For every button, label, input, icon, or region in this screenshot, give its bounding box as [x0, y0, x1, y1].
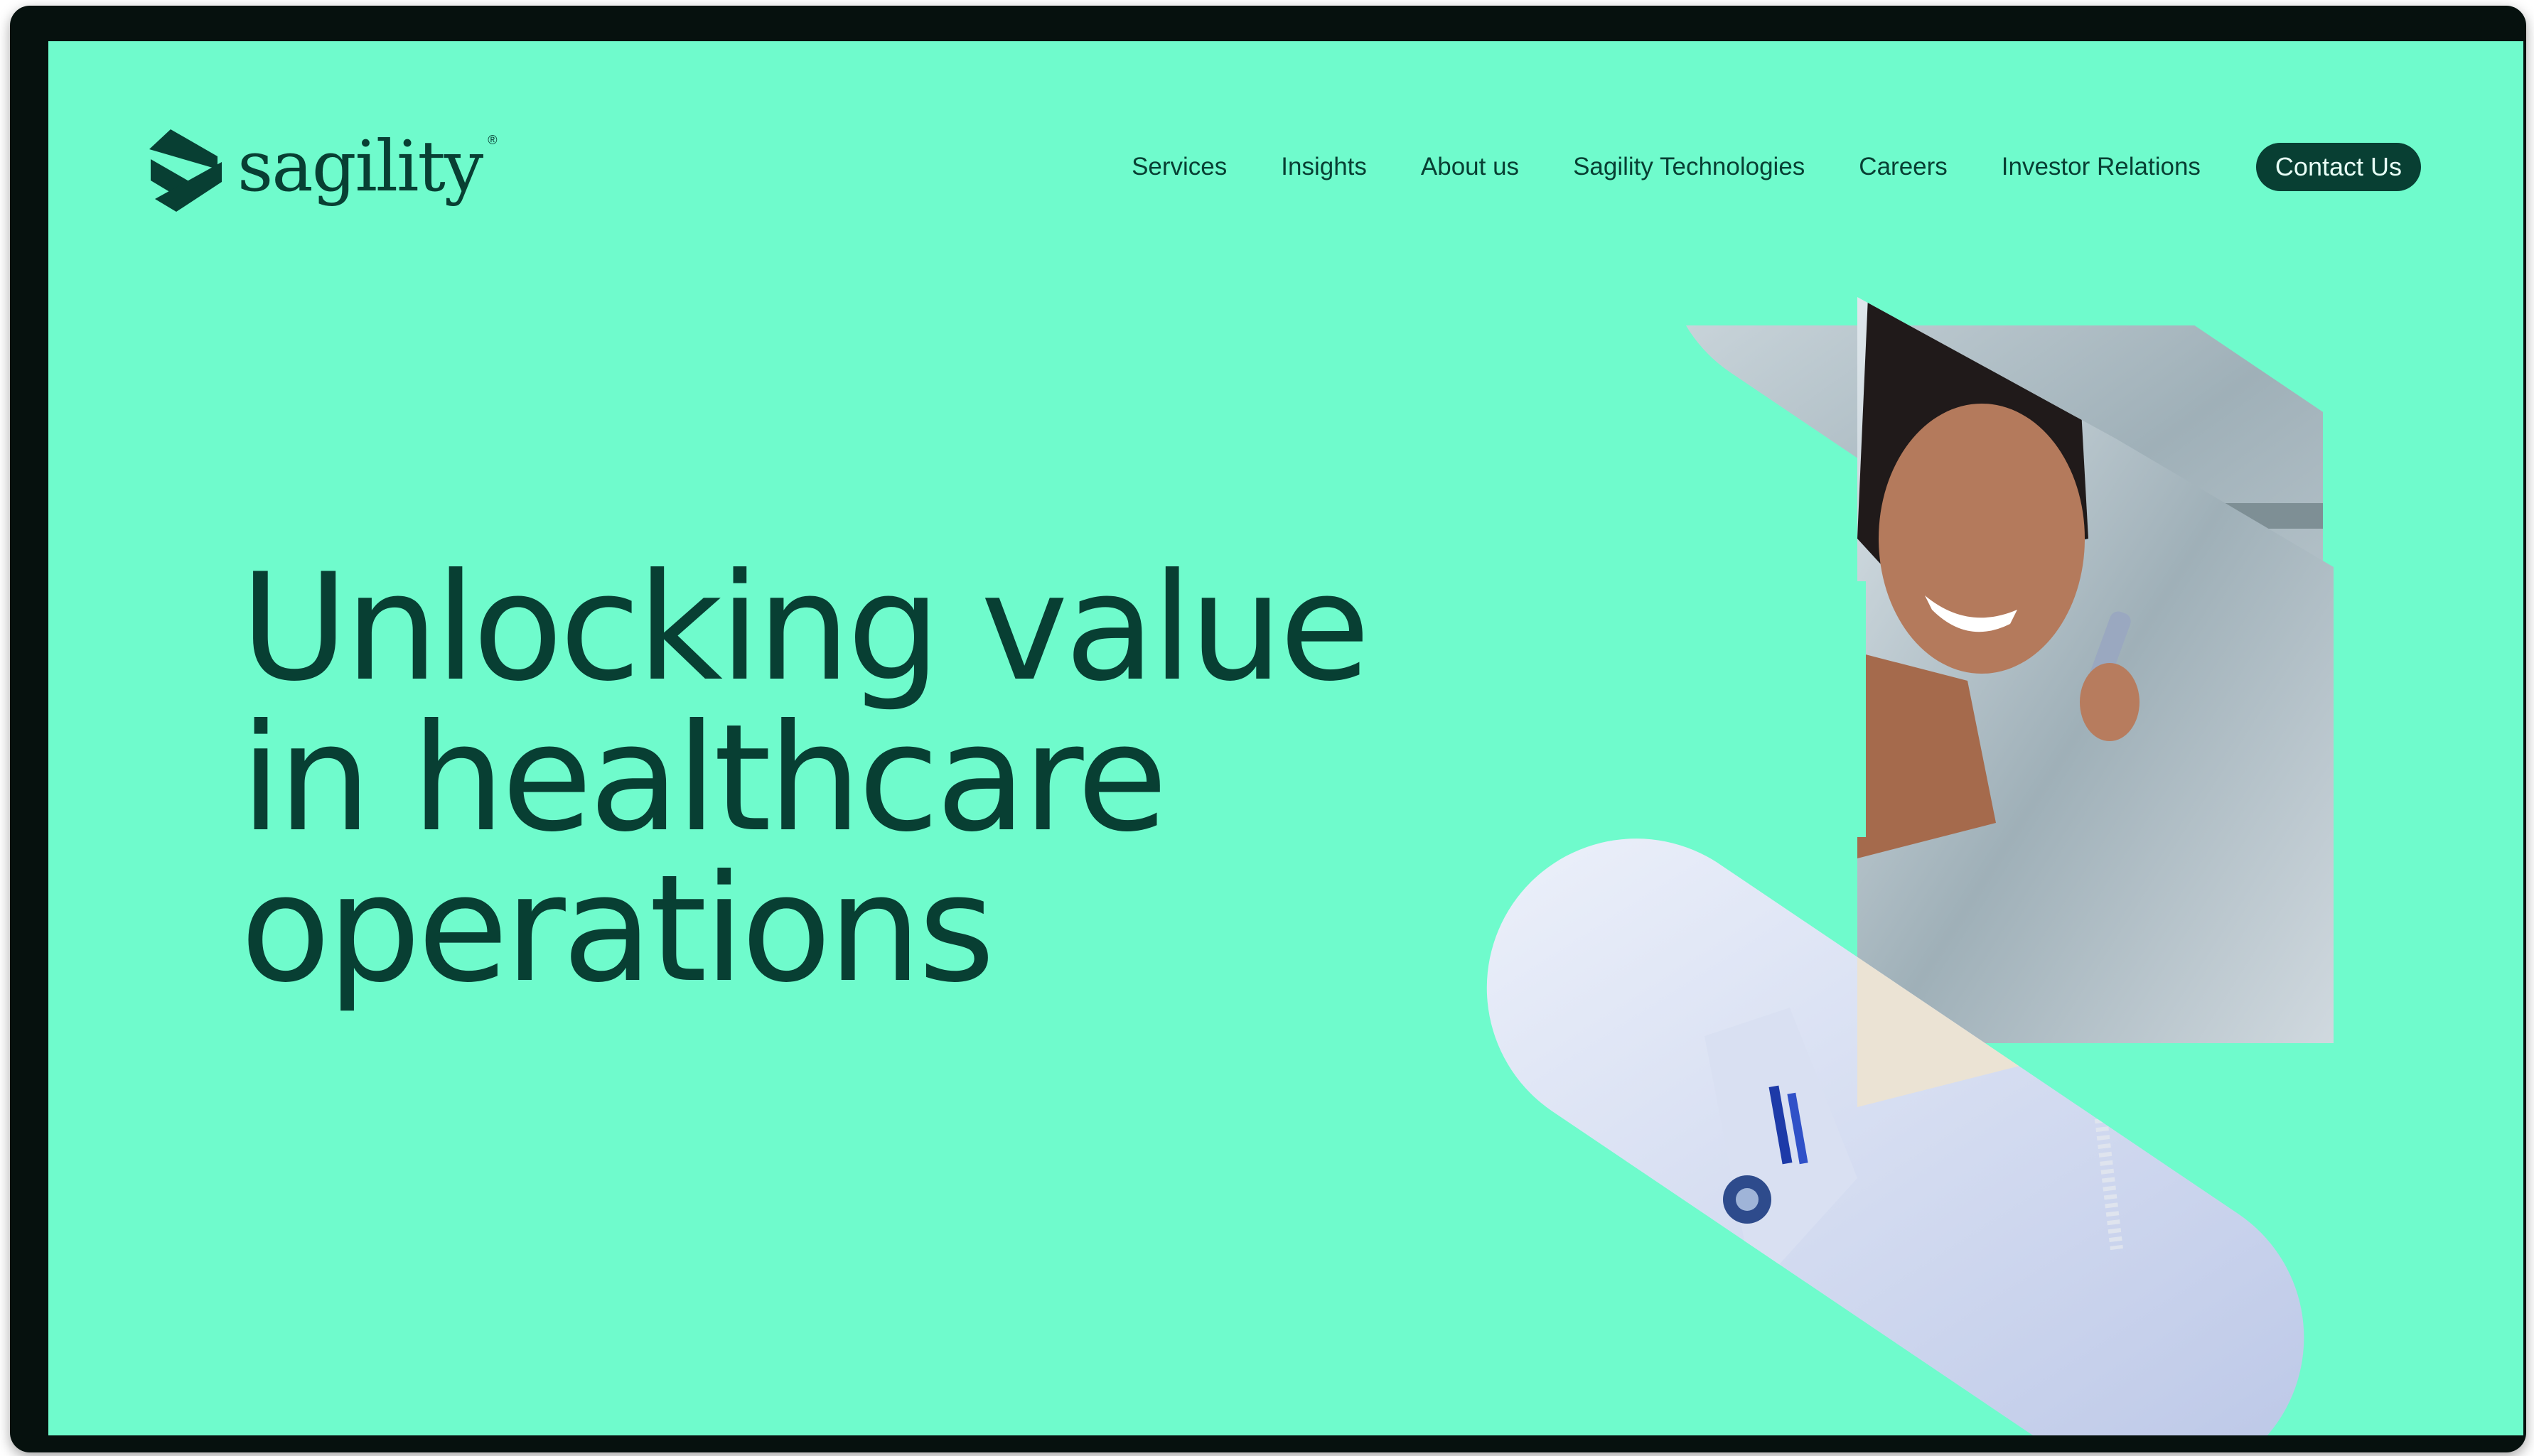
device-frame: sagility ® Services Insights About us Sa…	[10, 6, 2526, 1452]
hero-image	[1434, 297, 2362, 1435]
web-page: sagility ® Services Insights About us Sa…	[48, 41, 2523, 1435]
